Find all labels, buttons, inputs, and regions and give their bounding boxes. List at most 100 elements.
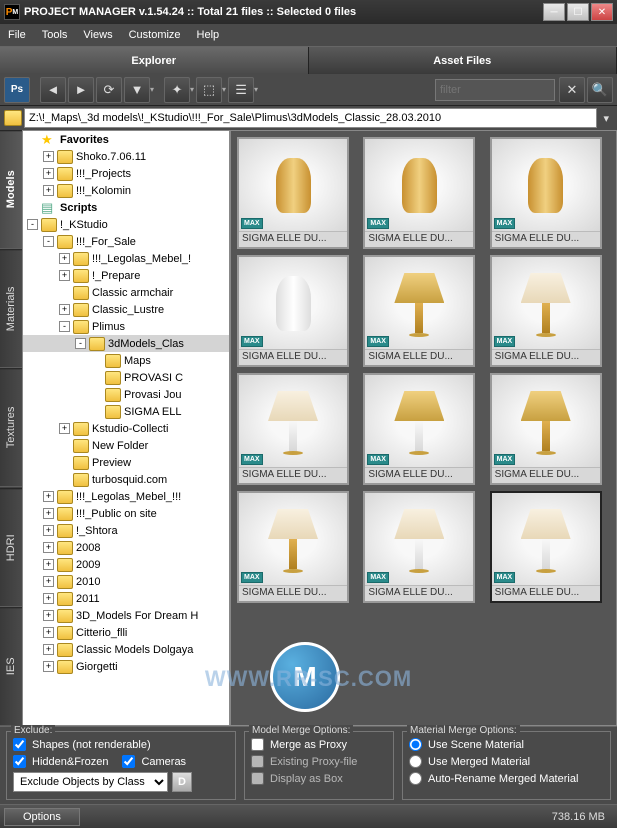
thumbnail[interactable]: MAXSIGMA ELLE DU... [490, 255, 602, 367]
existing-proxy-checkbox[interactable] [251, 755, 264, 768]
expand-icon[interactable]: + [59, 253, 70, 264]
tree-node[interactable]: turbosquid.com [23, 471, 229, 488]
expand-icon[interactable]: + [43, 185, 54, 196]
tree-node[interactable]: +!_Shtora [23, 522, 229, 539]
expand-icon[interactable]: + [43, 508, 54, 519]
thumbnail[interactable]: MAXSIGMA ELLE DU... [490, 137, 602, 249]
expand-icon[interactable]: + [43, 168, 54, 179]
tree-node[interactable]: +Citterio_flli [23, 624, 229, 641]
tab-asset-files[interactable]: Asset Files [309, 47, 617, 74]
side-tab-textures[interactable]: Textures [0, 368, 22, 487]
expand-icon[interactable]: + [43, 644, 54, 655]
expand-icon[interactable]: + [43, 559, 54, 570]
tree-node[interactable]: -!_KStudio [23, 216, 229, 233]
expand-icon[interactable]: - [43, 236, 54, 247]
tree-node[interactable]: +!!!_Kolomin [23, 182, 229, 199]
thumbnail[interactable]: MAXSIGMA ELLE DU... [237, 491, 349, 603]
refresh-button[interactable]: ⟳ [96, 77, 122, 103]
thumbnail[interactable]: MAXSIGMA ELLE DU... [237, 255, 349, 367]
expand-icon[interactable]: + [59, 304, 70, 315]
tree-node[interactable]: -3dModels_Clas [23, 335, 229, 352]
tree-node[interactable]: +2010 [23, 573, 229, 590]
minimize-button[interactable]: ─ [543, 3, 565, 21]
expand-icon[interactable]: + [43, 576, 54, 587]
thumbnail[interactable]: MAXSIGMA ELLE DU... [363, 137, 475, 249]
menu-customize[interactable]: Customize [129, 29, 181, 41]
expand-icon[interactable]: - [75, 338, 86, 349]
side-tab-ies[interactable]: IES [0, 607, 22, 726]
display-box-checkbox[interactable] [251, 772, 264, 785]
filter-input[interactable] [435, 79, 555, 101]
folder-tree[interactable]: ★Favorites+Shoko.7.06.11+!!!_Projects+!!… [22, 130, 230, 726]
close-button[interactable]: ✕ [591, 3, 613, 21]
tree-node[interactable]: +Classic_Lustre [23, 301, 229, 318]
tree-node[interactable]: +2011 [23, 590, 229, 607]
tree-node[interactable]: ▤Scripts [23, 199, 229, 216]
expand-icon[interactable]: + [43, 525, 54, 536]
tree-node[interactable]: -!!!_For_Sale [23, 233, 229, 250]
search-button[interactable]: 🔍 [587, 77, 613, 103]
expand-icon[interactable]: + [59, 423, 70, 434]
exclude-select[interactable]: Exclude Objects by Class [13, 772, 168, 792]
tree-node[interactable]: PROVASI C [23, 369, 229, 386]
tree-node[interactable]: +Kstudio-Collecti [23, 420, 229, 437]
expand-icon[interactable]: + [43, 151, 54, 162]
back-button[interactable]: ◄ [40, 77, 66, 103]
thumbnail[interactable]: MAXSIGMA ELLE DU... [490, 491, 602, 603]
thumbnail[interactable]: MAXSIGMA ELLE DU... [237, 137, 349, 249]
tool-3-button[interactable]: ☰ [228, 77, 254, 103]
expand-icon[interactable]: + [43, 661, 54, 672]
expand-icon[interactable]: - [27, 219, 38, 230]
tool-2-button[interactable]: ⬚ [196, 77, 222, 103]
side-tab-hdri[interactable]: HDRI [0, 488, 22, 607]
thumbnail[interactable]: MAXSIGMA ELLE DU... [490, 373, 602, 485]
options-button[interactable]: Options [4, 808, 80, 826]
filter-button[interactable]: ▼ [124, 77, 150, 103]
tree-node[interactable]: +2008 [23, 539, 229, 556]
clear-filter-button[interactable]: ✕ [559, 77, 585, 103]
tree-node[interactable]: +!!!_Legolas_Mebel_! [23, 250, 229, 267]
photoshop-button[interactable]: Ps [4, 77, 30, 103]
tree-node[interactable]: +!_Prepare [23, 267, 229, 284]
thumbnail[interactable]: MAXSIGMA ELLE DU... [363, 373, 475, 485]
expand-icon[interactable]: + [59, 270, 70, 281]
path-input[interactable] [24, 108, 597, 128]
tab-explorer[interactable]: Explorer [0, 47, 309, 74]
tree-node[interactable]: Maps [23, 352, 229, 369]
forward-button[interactable]: ► [68, 77, 94, 103]
tree-node[interactable]: +!!!_Legolas_Mebel_!!! [23, 488, 229, 505]
cameras-checkbox[interactable] [122, 755, 135, 768]
menu-help[interactable]: Help [197, 29, 220, 41]
expand-icon[interactable]: + [43, 610, 54, 621]
tree-node[interactable]: -Plimus [23, 318, 229, 335]
thumbnail[interactable]: MAXSIGMA ELLE DU... [363, 491, 475, 603]
tool-1-button[interactable]: ✦ [164, 77, 190, 103]
use-merged-radio[interactable] [409, 755, 422, 768]
tree-node[interactable]: +3D_Models For Dream H [23, 607, 229, 624]
tree-node[interactable]: ★Favorites [23, 131, 229, 148]
tree-node[interactable]: +Classic Models Dolgaya [23, 641, 229, 658]
tree-node[interactable]: Classic armchair [23, 284, 229, 301]
expand-icon[interactable]: - [59, 321, 70, 332]
menu-tools[interactable]: Tools [42, 29, 68, 41]
tree-node[interactable]: Provasi Jou [23, 386, 229, 403]
d-button[interactable]: D [172, 772, 192, 792]
expand-icon[interactable]: + [43, 491, 54, 502]
side-tab-models[interactable]: Models [0, 130, 22, 249]
hidden-checkbox[interactable] [13, 755, 26, 768]
thumbnail[interactable]: MAXSIGMA ELLE DU... [363, 255, 475, 367]
tree-node[interactable]: +Giorgetti [23, 658, 229, 675]
tree-node[interactable]: +Shoko.7.06.11 [23, 148, 229, 165]
expand-icon[interactable]: + [43, 627, 54, 638]
expand-icon[interactable]: + [43, 593, 54, 604]
tree-node[interactable]: SIGMA ELL [23, 403, 229, 420]
maximize-button[interactable]: ☐ [567, 3, 589, 21]
merge-proxy-checkbox[interactable] [251, 738, 264, 751]
side-tab-materials[interactable]: Materials [0, 249, 22, 368]
tree-node[interactable]: +2009 [23, 556, 229, 573]
expand-icon[interactable]: + [43, 542, 54, 553]
shapes-checkbox[interactable] [13, 738, 26, 751]
menu-file[interactable]: File [8, 29, 26, 41]
thumbnail[interactable]: MAXSIGMA ELLE DU... [237, 373, 349, 485]
tree-node[interactable]: +!!!_Public on site [23, 505, 229, 522]
